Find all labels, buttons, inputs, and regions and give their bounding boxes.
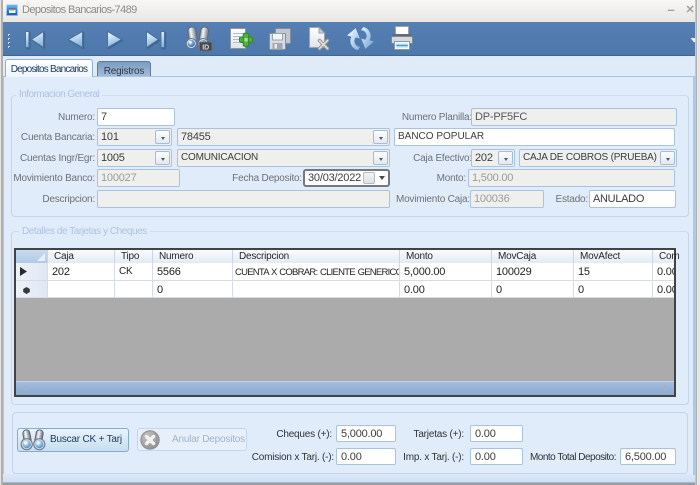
svg-text:ID: ID [202, 44, 209, 51]
